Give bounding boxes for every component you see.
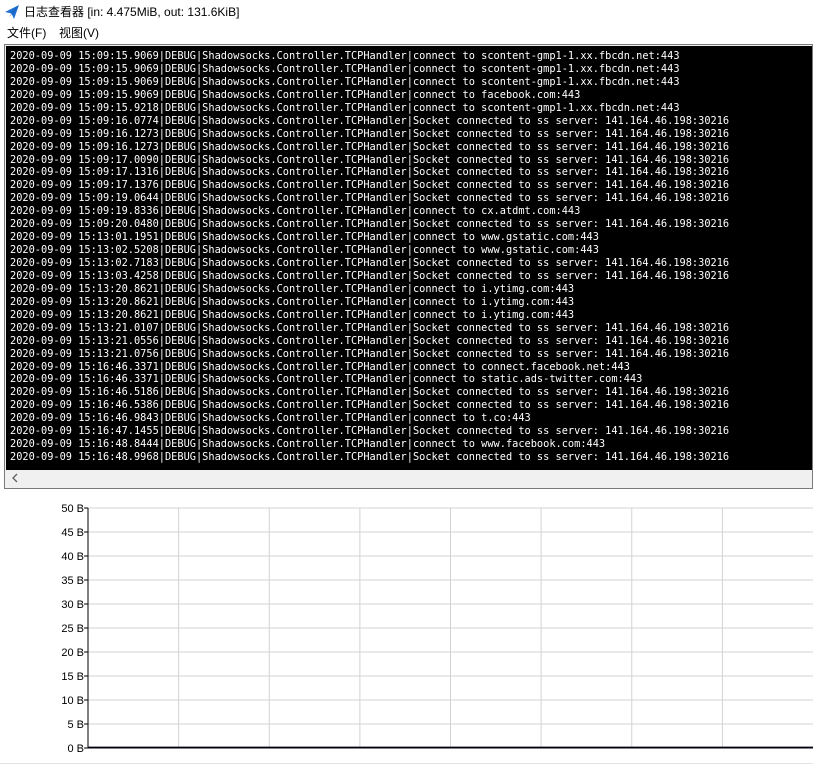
menu-bar: 文件(F) 视图(V) (0, 24, 813, 44)
y-tick-label: 50 B (61, 503, 84, 515)
y-tick-label: 30 B (61, 599, 84, 611)
log-line: 2020-09-09 15:13:21.0756|DEBUG|Shadowsoc… (10, 347, 730, 360)
log-line: 2020-09-09 15:16:48.8444|DEBUG|Shadowsoc… (10, 438, 606, 451)
log-line: 2020-09-09 15:13:02.7183|DEBUG|Shadowsoc… (10, 257, 730, 269)
log-line: 2020-09-09 15:13:20.8621|DEBUG|Shadowsoc… (10, 295, 575, 308)
horizontal-scrollbar[interactable] (6, 470, 812, 488)
y-tick-label: 40 B (61, 551, 84, 563)
log-line: 2020-09-09 15:13:03.4258|DEBUG|Shadowsoc… (10, 269, 730, 282)
log-line: 2020-09-09 15:09:17.1316|DEBUG|Shadowsoc… (10, 166, 730, 179)
log-line: 2020-09-09 15:16:46.9843|DEBUG|Shadowsoc… (10, 412, 531, 425)
log-line: 2020-09-09 15:09:15.9069|DEBUG|Shadowsoc… (10, 88, 581, 101)
log-line: 2020-09-09 15:09:15.9069|DEBUG|Shadowsoc… (10, 62, 680, 75)
log-line: 2020-09-09 15:16:46.3371|DEBUG|Shadowsoc… (10, 373, 643, 386)
y-tick-label: 25 B (61, 623, 84, 635)
chevron-left-icon (11, 472, 19, 486)
log-line: 2020-09-09 15:13:02.5208|DEBUG|Shadowsoc… (10, 244, 599, 257)
log-lines: 2020-09-09 15:09:15.9069|DEBUG|Shadowsoc… (10, 50, 729, 464)
log-line: 2020-09-09 15:13:01.1951|DEBUG|Shadowsoc… (10, 231, 599, 244)
y-tick-label: 15 B (61, 671, 84, 683)
log-line: 2020-09-09 15:09:19.0644|DEBUG|Shadowsoc… (10, 192, 730, 205)
title-bar: 日志查看器 [in: 4.475MiB, out: 131.6KiB] (0, 0, 813, 24)
log-line: 2020-09-09 15:16:46.5386|DEBUG|Shadowsoc… (10, 399, 730, 412)
log-line: 2020-09-09 15:09:20.0480|DEBUG|Shadowsoc… (10, 218, 730, 231)
status-strip (0, 763, 813, 768)
log-line: 2020-09-09 15:16:46.5186|DEBUG|Shadowsoc… (10, 386, 730, 399)
log-line: 2020-09-09 15:13:20.8621|DEBUG|Shadowsoc… (10, 282, 575, 295)
log-line: 2020-09-09 15:13:21.0556|DEBUG|Shadowsoc… (10, 334, 730, 347)
traffic-chart-svg: 50 B 45 B 40 B 35 B 30 B 25 B 20 B 15 B 10 B 5 B 0… (61, 503, 813, 755)
log-line: 2020-09-09 15:09:15.9218|DEBUG|Shadowsoc… (10, 101, 680, 114)
log-line: 2020-09-09 15:09:17.1376|DEBUG|Shadowsoc… (10, 179, 730, 192)
log-line: 2020-09-09 15:09:16.1273|DEBUG|Shadowsoc… (10, 140, 730, 153)
scroll-track[interactable] (23, 470, 795, 488)
y-tick-label: 0 B (67, 743, 84, 755)
log-line: 2020-09-09 15:09:17.0090|DEBUG|Shadowsoc… (10, 153, 730, 166)
y-tick-label: 20 B (61, 647, 84, 659)
traffic-chart: 50 B 45 B 40 B 35 B 30 B 25 B 20 B 15 B 10 B 5 B 0… (0, 494, 813, 768)
log-line: 2020-09-09 15:16:48.9968|DEBUG|Shadowsoc… (10, 451, 730, 464)
log-line: 2020-09-09 15:13:21.0107|DEBUG|Shadowsoc… (10, 321, 730, 334)
menu-file[interactable]: 文件(F) (5, 26, 48, 41)
log-line: 2020-09-09 15:09:19.8336|DEBUG|Shadowsoc… (10, 205, 581, 218)
menu-view[interactable]: 视图(V) (57, 26, 101, 41)
y-tick-label: 45 B (61, 527, 84, 539)
y-tick-label: 5 B (67, 719, 84, 731)
window-title: 日志查看器 [in: 4.475MiB, out: 131.6KiB] (24, 5, 240, 19)
log-line: 2020-09-09 15:09:15.9069|DEBUG|Shadowsoc… (10, 75, 680, 88)
y-tick-label: 35 B (61, 575, 84, 587)
scroll-left-button[interactable] (6, 470, 23, 488)
log-line: 2020-09-09 15:16:47.1455|DEBUG|Shadowsoc… (10, 425, 730, 438)
y-tick-label: 10 B (61, 695, 84, 707)
log-line: 2020-09-09 15:09:15.9069|DEBUG|Shadowsoc… (10, 50, 680, 62)
log-panel: 2020-09-09 15:09:15.9069|DEBUG|Shadowsoc… (4, 44, 813, 489)
log-textbox[interactable]: 2020-09-09 15:09:15.9069|DEBUG|Shadowsoc… (6, 46, 812, 470)
log-line: 2020-09-09 15:09:16.1273|DEBUG|Shadowsoc… (10, 127, 730, 140)
log-line: 2020-09-09 15:16:46.3371|DEBUG|Shadowsoc… (10, 360, 630, 373)
log-line: 2020-09-09 15:13:20.8621|DEBUG|Shadowsoc… (10, 308, 575, 321)
paper-plane-icon (4, 4, 20, 20)
log-line: 2020-09-09 15:09:16.0774|DEBUG|Shadowsoc… (10, 114, 730, 127)
